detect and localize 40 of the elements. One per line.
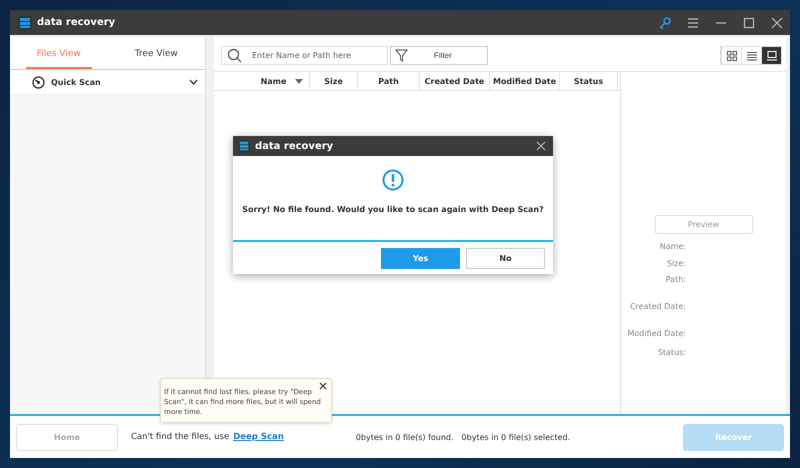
column-header[interactable]: Path — [358, 72, 420, 90]
list-icon — [746, 50, 756, 60]
scan-icon — [32, 76, 45, 88]
view-mode-button[interactable] — [761, 47, 781, 64]
column-header[interactable]: Status — [560, 72, 618, 90]
search-field[interactable]: Enter Name or Path here — [221, 46, 388, 65]
maximize-icon[interactable] — [742, 16, 756, 30]
field-label: Size: — [666, 259, 686, 268]
detail-view-icon — [766, 50, 776, 60]
view-tab[interactable]: Tree View — [124, 37, 189, 69]
field-label: Created Date: — [628, 302, 686, 311]
field-label: Modified Date: — [626, 329, 686, 338]
dialog-button[interactable]: No — [466, 248, 545, 268]
menu-icon[interactable] — [686, 16, 700, 30]
deep-scan-link[interactable]: Deep Scan — [233, 432, 284, 442]
field-label: Path: — [664, 275, 686, 284]
warning-icon — [382, 169, 404, 191]
grid-icon — [726, 50, 736, 60]
selected-status: 0bytes in 0 file(s) selected. — [462, 432, 570, 442]
filter-icon — [395, 49, 408, 62]
column-header[interactable]: Name — [214, 72, 310, 90]
column-header[interactable]: Size — [310, 72, 358, 90]
field-label: Name: — [658, 242, 686, 251]
column-header[interactable]: Created Date — [420, 72, 490, 90]
dialog-message: Sorry! No file found. Would you like to scan again with Deep Scan? — [242, 205, 544, 214]
filter-button[interactable]: Filter — [390, 46, 488, 65]
key-icon[interactable] — [658, 16, 672, 30]
field-label: Status: — [656, 348, 686, 357]
dialog-title: data recovery — [255, 140, 334, 152]
window-title: data recovery — [37, 17, 116, 28]
hint-text: Can't find the files, use — [131, 432, 230, 442]
app-logo-icon — [18, 16, 32, 30]
found-status: 0bytes in 0 file(s) found. — [356, 432, 454, 442]
scan-label: Quick Scan — [51, 78, 101, 86]
close-icon[interactable] — [536, 141, 546, 151]
app-logo-icon — [238, 140, 250, 152]
column-header[interactable]: Modified Date — [490, 72, 560, 90]
close-icon[interactable] — [319, 382, 327, 390]
close-icon[interactable] — [770, 16, 784, 30]
scan-item[interactable]: Quick Scan — [10, 70, 205, 95]
